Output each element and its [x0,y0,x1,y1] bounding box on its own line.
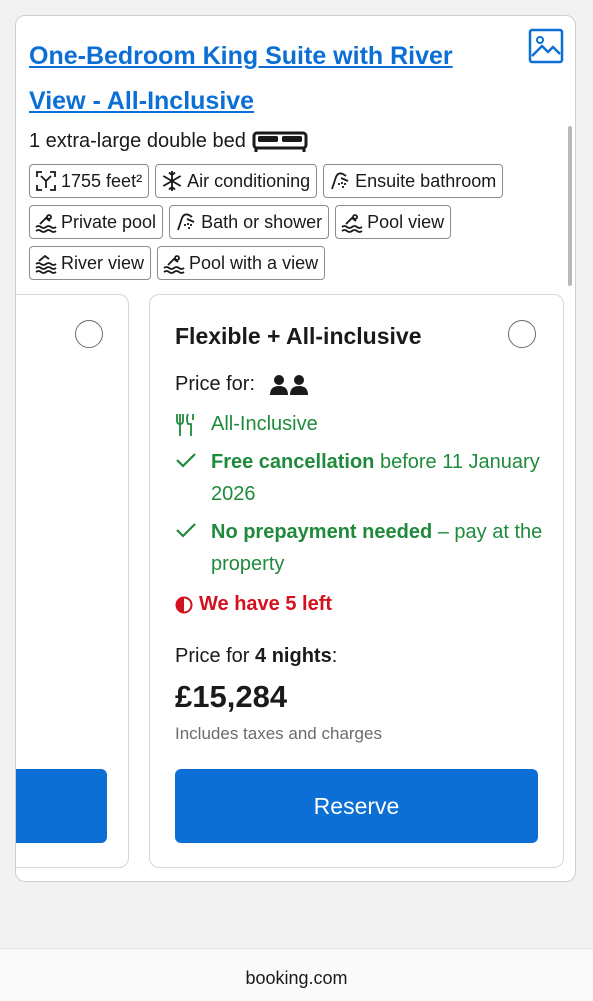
footer: booking.com [0,948,593,1001]
previous-offer-radio[interactable] [75,320,103,348]
bed-label: 1 extra-large double bed [29,130,246,152]
previous-offer-card[interactable] [16,294,129,868]
offer-card[interactable]: Flexible + All-inclusive Price for: All-… [149,294,564,868]
bed-icon [252,131,308,152]
total-price: £15,284 [175,679,288,714]
facility-chip: Air conditioning [155,164,318,198]
offer-select-radio[interactable] [508,320,536,348]
bed-info: 1 extra-large double bed [29,130,308,153]
room-size-icon [36,171,56,191]
taxes-note: Includes taxes and charges [175,724,382,743]
facility-chip: Pool with a view [157,246,326,280]
checkmark-icon [176,453,196,468]
facility-chip: River view [29,246,152,280]
photo-gallery-icon[interactable] [528,28,564,64]
meal-row: All-Inclusive [175,408,545,440]
room-title-link[interactable]: One-Bedroom King Suite with River View -… [29,34,499,124]
occupancy: Price for: [175,373,309,396]
facility-chip: 1755 feet² [29,164,150,198]
river-icon [35,254,57,274]
cutlery-icon [176,413,194,436]
facility-chip: Bath or shower [169,205,330,239]
nights-line: Price for 4 nights: [175,645,338,667]
brand-link[interactable]: booking.com [0,968,593,989]
bath-icon [177,213,195,231]
pool-icon [341,214,363,233]
prepayment-row: No prepayment needed – pay at the proper… [175,516,545,580]
pool-icon [35,214,57,233]
facility-chip: Private pool [29,205,164,239]
availability-warning: We have 5 left [175,593,332,616]
facility-chip: Ensuite bathroom [323,164,504,198]
reserve-button[interactable]: Reserve [175,769,538,843]
snowflake-icon [162,171,182,191]
pool-icon [163,255,185,274]
offer-title: Flexible + All-inclusive [175,323,422,349]
shower-icon [331,172,349,190]
room-card: One-Bedroom King Suite with River View -… [15,15,576,882]
two-guests-icon [270,374,309,395]
cancellation-row: Free cancellation before 11 January 2026 [175,446,545,510]
facility-chips: 1755 feet² Air conditioning Ensuite bath… [29,164,569,280]
price-for-label: Price for: [175,373,256,395]
meal-label: All-Inclusive [211,413,318,435]
half-circle-icon [175,596,193,613]
checkmark-icon [176,523,196,538]
facility-chip: Pool view [335,205,452,239]
previous-reserve-button[interactable] [16,769,107,843]
